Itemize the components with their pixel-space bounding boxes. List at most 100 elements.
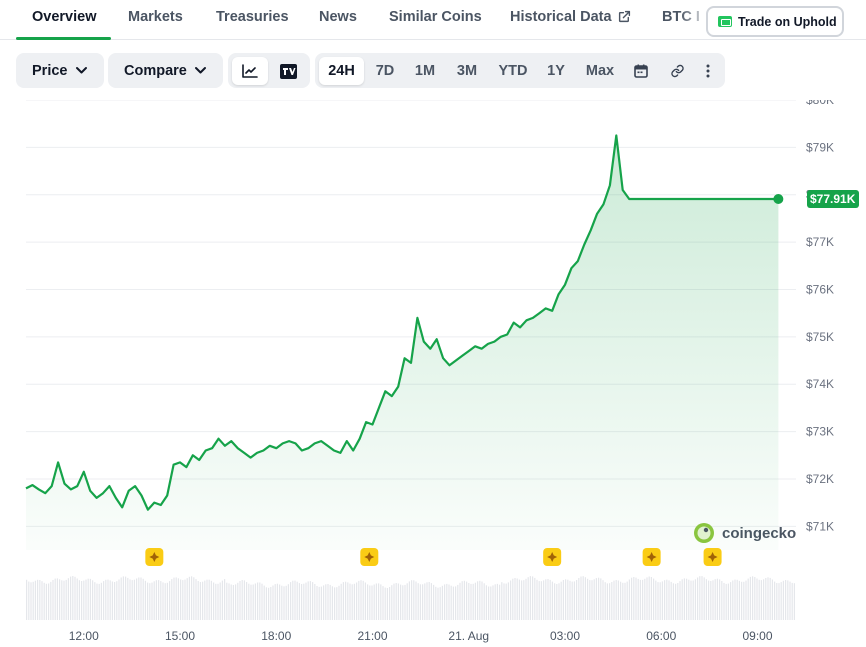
volume-bar — [246, 582, 248, 620]
range-1y-button[interactable]: 1Y — [540, 57, 572, 85]
volume-bar — [309, 581, 311, 620]
volume-bar — [353, 583, 355, 620]
date-range-button[interactable] — [625, 57, 657, 85]
volume-bar — [397, 583, 399, 620]
volume-bar — [120, 577, 122, 620]
volume-bar — [763, 579, 765, 620]
volume-bar — [413, 580, 415, 620]
volume-bar — [593, 579, 595, 620]
volume-bar — [259, 582, 261, 620]
tradingview-chart-button[interactable] — [270, 57, 306, 85]
y-tick-label: $80K — [806, 100, 834, 107]
volume-bar — [725, 583, 727, 620]
volume-bar — [380, 584, 382, 620]
volume-bar — [131, 580, 133, 620]
tab-similar-coins[interactable]: Similar Coins — [389, 9, 482, 25]
volume-bar — [732, 580, 734, 620]
volume-bar — [382, 586, 384, 620]
volume-bar — [26, 579, 28, 620]
tab-overview[interactable]: Overview — [32, 9, 97, 25]
volume-bar — [514, 578, 516, 620]
y-tick-label: $71K — [806, 519, 834, 533]
tradingview-icon — [279, 63, 297, 79]
volume-bar — [782, 580, 784, 620]
volume-bar — [292, 580, 294, 620]
volume-bar — [116, 581, 118, 620]
volume-bar — [56, 578, 58, 620]
volume-bar — [122, 576, 124, 620]
range-3m-button[interactable]: 3M — [448, 57, 486, 85]
volume-bar — [171, 579, 173, 620]
volume-bar — [697, 577, 699, 620]
volume-bar — [716, 578, 718, 620]
price-dropdown[interactable]: Price — [16, 53, 104, 88]
volume-bar — [543, 580, 545, 620]
range-max-button[interactable]: Max — [577, 57, 623, 85]
volume-bar — [336, 587, 338, 620]
volume-bars — [26, 576, 795, 620]
volume-bar — [481, 581, 483, 620]
volume-bar — [338, 585, 340, 620]
volume-bar — [479, 580, 481, 620]
volume-bar — [527, 577, 529, 620]
tab-markets[interactable]: Markets — [128, 9, 183, 25]
volume-bar — [714, 579, 716, 620]
volume-bar — [551, 581, 553, 620]
volume-bar — [219, 582, 221, 620]
volume-bar — [254, 583, 256, 620]
volume-bar — [375, 583, 377, 620]
volume-bar — [736, 579, 738, 620]
volume-bar — [274, 584, 276, 620]
volume-bar — [257, 582, 259, 620]
volume-bar — [389, 587, 391, 620]
volume-bar — [279, 584, 281, 620]
volume-bar — [554, 583, 556, 620]
range-24h-button[interactable]: 24H — [319, 57, 364, 85]
tab-treasuries[interactable]: Treasuries — [216, 9, 289, 25]
volume-bar — [204, 580, 206, 620]
volume-bar — [186, 578, 188, 620]
event-markers — [145, 548, 722, 566]
range-ytd-button[interactable]: YTD — [491, 57, 535, 85]
volume-bar — [237, 582, 239, 620]
volume-bar — [290, 582, 292, 620]
volume-bar — [525, 578, 527, 620]
y-tick-label: $72K — [806, 472, 834, 486]
volume-bar — [415, 581, 417, 620]
volume-bar — [402, 585, 404, 620]
volume-bar — [452, 586, 454, 620]
volume-bar — [571, 581, 573, 620]
tab-historical-data[interactable]: Historical Data — [510, 9, 631, 25]
event-marker — [642, 548, 661, 566]
volume-bar — [217, 583, 219, 620]
volume-bar — [758, 579, 760, 620]
more-options-button[interactable] — [695, 57, 721, 85]
volume-bar — [635, 577, 637, 620]
volume-bar — [208, 579, 210, 620]
volume-bar — [360, 580, 362, 620]
line-chart-button[interactable] — [232, 57, 268, 85]
range-1m-button[interactable]: 1M — [407, 57, 443, 85]
volume-bar — [756, 578, 758, 620]
volume-bar — [646, 577, 648, 620]
price-chart[interactable]: $71K$72K$73K$74K$75K$76K$77K$78K$79K$80K… — [0, 100, 866, 647]
volume-bar — [426, 582, 428, 620]
volume-bar — [140, 577, 142, 620]
trade-on-uphold-button[interactable]: Trade on Uphold — [706, 6, 844, 37]
chart-type-toggle — [228, 53, 310, 88]
volume-bar — [149, 583, 151, 620]
tab-news[interactable]: News — [319, 9, 357, 25]
volume-bar — [538, 581, 540, 620]
share-link-button[interactable] — [661, 57, 693, 85]
range-7d-button[interactable]: 7D — [367, 57, 403, 85]
volume-bar — [683, 578, 685, 620]
time-range-group: 24H 7D 1M 3M YTD 1Y Max — [315, 53, 725, 88]
volume-bar — [318, 586, 320, 620]
volume-bar — [270, 587, 272, 620]
volume-bar — [483, 583, 485, 620]
compare-dropdown[interactable]: Compare — [108, 53, 223, 88]
volume-bar — [591, 580, 593, 620]
volume-bar — [598, 577, 600, 620]
volume-bar — [556, 584, 558, 620]
volume-bar — [760, 580, 762, 620]
